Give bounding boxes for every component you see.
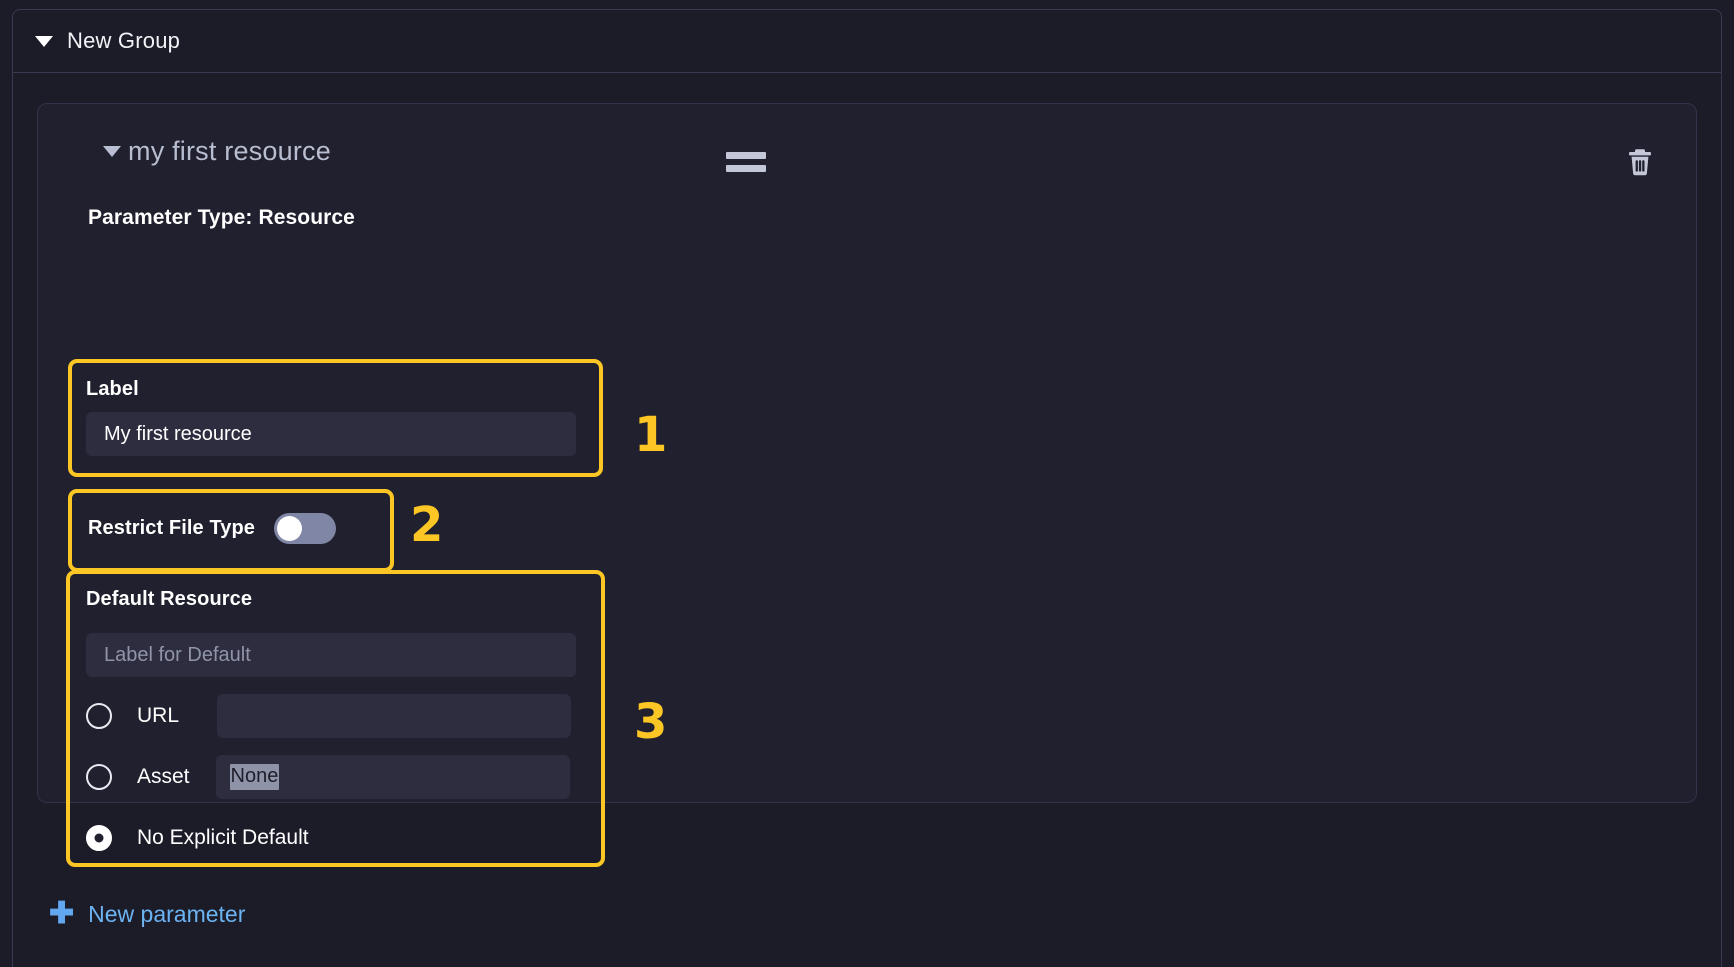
resource-header: my first resource: [66, 130, 1668, 192]
group-header[interactable]: New Group: [13, 10, 1721, 73]
screen-root: New Group my first resource Parameter Ty…: [0, 0, 1734, 967]
new-parameter-button[interactable]: ✚ New parameter: [49, 899, 245, 929]
resource-title: my first resource: [128, 136, 331, 166]
triangle-down-icon[interactable]: [103, 146, 121, 157]
parameter-group-panel: New Group my first resource Parameter Ty…: [12, 9, 1722, 967]
drag-handle-icon[interactable]: [726, 152, 766, 172]
annotation-number-3: 3: [634, 694, 668, 750]
parameter-type-label: Parameter Type: Resource: [88, 206, 355, 229]
annotation-number-1: 1: [634, 407, 668, 463]
drag-handle-bar: [726, 152, 766, 159]
drag-handle-bar: [726, 165, 766, 172]
trash-icon-svg: [1629, 149, 1651, 176]
new-parameter-label: New parameter: [88, 900, 246, 927]
trash-icon[interactable]: [1620, 140, 1660, 184]
plus-icon: ✚: [49, 897, 75, 930]
resource-parameter-card: my first resource Parameter Type: Resour…: [37, 103, 1697, 867]
annotation-highlight-1: [68, 359, 603, 477]
annotation-highlight-2: [68, 489, 394, 572]
annotation-highlight-3: [66, 570, 605, 867]
triangle-down-icon[interactable]: [35, 35, 53, 47]
group-title: New Group: [67, 28, 181, 53]
annotation-number-2: 2: [410, 497, 444, 553]
resource-title-group[interactable]: my first resource: [103, 136, 331, 167]
group-body: my first resource Parameter Type: Resour…: [13, 73, 1721, 967]
